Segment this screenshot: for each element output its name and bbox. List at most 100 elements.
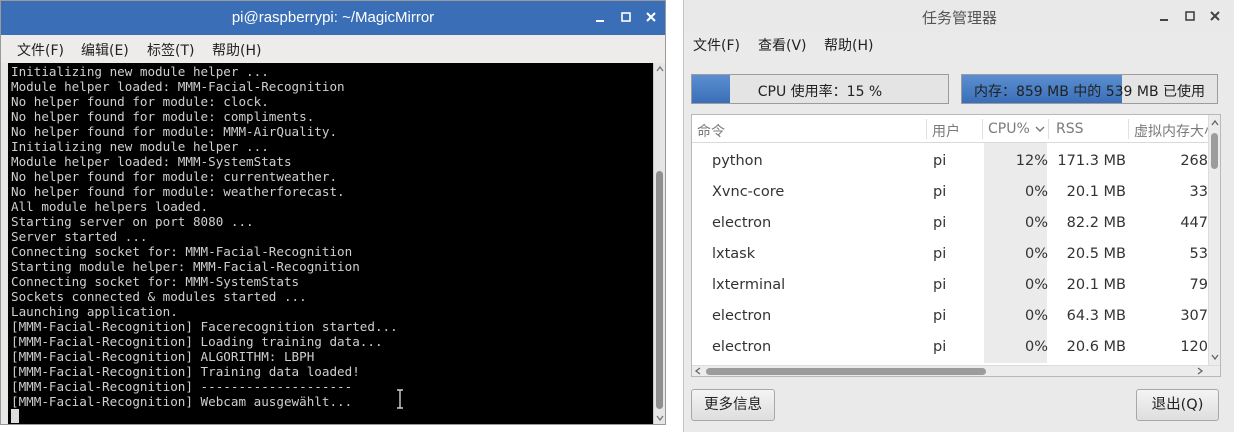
process-user: pi	[933, 215, 947, 231]
process-command: electron	[712, 308, 772, 324]
process-command: electron	[712, 339, 772, 355]
sort-descending-icon	[1035, 126, 1045, 132]
memory-usage-meter: 内存：859 MB 中的 539 MB 已使用	[961, 74, 1218, 104]
scroll-down-icon[interactable]	[1210, 352, 1220, 362]
terminal-scroll-thumb[interactable]	[656, 171, 663, 409]
more-info-button[interactable]: 更多信息	[691, 389, 775, 421]
process-rss: 82.2 MB	[1066, 215, 1126, 231]
maximize-icon	[621, 12, 631, 22]
scroll-down-icon[interactable]	[655, 414, 665, 422]
terminal-window: pi@raspberrypi: ~/MagicMirror 文件(F) 编辑(E…	[0, 0, 666, 425]
memory-usage-label: 内存：859 MB 中的 539 MB 已使用	[973, 84, 1206, 100]
process-virtual-memory: 53	[1189, 246, 1208, 262]
cpu-usage-label: CPU 使用率：15 %	[757, 84, 883, 100]
process-table-vertical-scrollbar[interactable]	[1208, 115, 1220, 365]
quit-button[interactable]: 退出(Q)	[1136, 389, 1219, 421]
process-rss: 64.3 MB	[1066, 308, 1126, 324]
scroll-up-icon[interactable]	[1210, 118, 1220, 128]
process-cpu: 0%	[1024, 339, 1048, 355]
process-table-horizontal-scrollbar[interactable]	[692, 365, 1220, 376]
vertical-scroll-thumb[interactable]	[1211, 133, 1218, 169]
process-command: Xvnc-core	[712, 184, 785, 200]
tm-menu-file[interactable]: 文件(F)	[693, 35, 740, 55]
tm-menu-view[interactable]: 查看(V)	[758, 35, 807, 55]
minimize-icon	[1160, 19, 1168, 21]
process-virtual-memory: 79	[1189, 277, 1208, 293]
column-header-rss[interactable]: RSS	[1056, 121, 1084, 137]
process-cpu: 0%	[1024, 184, 1048, 200]
process-table-header: 命令 用户 CPU% RSS 虚拟内存大小	[692, 115, 1218, 143]
process-command: lxterminal	[712, 277, 786, 293]
process-rss: 20.5 MB	[1066, 246, 1126, 262]
menu-file[interactable]: 文件(F)	[17, 40, 64, 60]
process-cpu: 12%	[1015, 153, 1048, 169]
process-virtual-memory: 268	[1180, 153, 1208, 169]
task-manager-title-bar[interactable]: 任务管理器	[684, 0, 1234, 32]
tm-maximize-button[interactable]	[1180, 6, 1200, 26]
menu-help[interactable]: 帮助(H)	[212, 40, 261, 60]
tm-close-button[interactable]	[1205, 6, 1225, 26]
process-row[interactable]: Xvnc-core pi 0% 20.1 MB 33	[692, 177, 1208, 208]
minimize-icon	[596, 20, 604, 22]
menu-edit[interactable]: 编辑(E)	[81, 40, 129, 60]
process-rss: 20.1 MB	[1066, 277, 1126, 293]
process-command: lxtask	[712, 246, 756, 262]
scroll-left-icon[interactable]	[693, 366, 703, 376]
process-virtual-memory: 307	[1180, 308, 1208, 324]
process-table: 命令 用户 CPU% RSS 虚拟内存大小 python pi 12% 171.…	[691, 114, 1221, 377]
process-row[interactable]: lxterminal pi 0% 20.1 MB 79	[692, 270, 1208, 301]
process-row[interactable]: electron pi 0% 64.3 MB 307	[692, 301, 1208, 332]
terminal-scrollbar[interactable]	[653, 63, 665, 424]
tm-minimize-button[interactable]	[1154, 6, 1174, 26]
menu-tabs[interactable]: 标签(T)	[147, 40, 194, 60]
process-command: python	[712, 153, 763, 169]
terminal-menu-bar: 文件(F) 编辑(E) 标签(T) 帮助(H)	[1, 35, 665, 63]
process-cpu: 0%	[1024, 215, 1048, 231]
terminal-title: pi@raspberrypi: ~/MagicMirror	[231, 9, 435, 26]
process-user: pi	[933, 153, 947, 169]
process-row[interactable]: lxtask pi 0% 20.5 MB 53	[692, 239, 1208, 270]
column-separator[interactable]	[982, 119, 983, 139]
process-user: pi	[933, 277, 947, 293]
process-cpu: 0%	[1024, 246, 1048, 262]
process-virtual-memory: 33	[1189, 184, 1208, 200]
task-manager-menu-bar: 文件(F) 查看(V) 帮助(H)	[684, 32, 1234, 58]
horizontal-scroll-thumb[interactable]	[706, 368, 986, 375]
close-button[interactable]	[641, 7, 661, 27]
process-row[interactable]: electron pi 0% 20.6 MB 120	[692, 332, 1208, 363]
process-rss: 20.6 MB	[1066, 339, 1126, 355]
column-header-cpu[interactable]: CPU%	[988, 121, 1030, 137]
process-cpu: 0%	[1024, 308, 1048, 324]
column-separator[interactable]	[1048, 119, 1049, 139]
column-separator[interactable]	[1128, 119, 1129, 139]
process-row[interactable]: python pi 12% 171.3 MB 268	[692, 146, 1208, 177]
close-icon	[1210, 11, 1220, 21]
column-separator[interactable]	[926, 119, 927, 139]
column-header-user[interactable]: 用户	[932, 121, 960, 141]
tm-menu-help[interactable]: 帮助(H)	[824, 35, 873, 55]
task-manager-window: 任务管理器 文件(F) 查看(V) 帮助(H) CPU 使用率：15 % 内存：…	[683, 0, 1234, 432]
scroll-up-icon[interactable]	[655, 65, 665, 73]
process-rss: 171.3 MB	[1057, 153, 1126, 169]
process-virtual-memory: 447	[1180, 215, 1208, 231]
process-user: pi	[933, 184, 947, 200]
process-cpu: 0%	[1024, 277, 1048, 293]
process-virtual-memory: 120	[1180, 339, 1208, 355]
text-cursor-icon	[397, 389, 403, 409]
column-header-command[interactable]: 命令	[697, 121, 725, 141]
task-manager-title: 任务管理器	[921, 9, 997, 27]
process-row[interactable]: electron pi 0% 82.2 MB 447	[692, 208, 1208, 239]
minimize-button[interactable]	[590, 7, 610, 27]
process-user: pi	[933, 308, 947, 324]
terminal-output: Initializing new module helper ... Modul…	[11, 64, 398, 409]
maximize-icon	[1185, 11, 1195, 21]
scroll-right-icon[interactable]	[1195, 366, 1205, 376]
terminal-cursor	[11, 409, 19, 423]
process-rss: 20.1 MB	[1066, 184, 1126, 200]
process-command: electron	[712, 215, 772, 231]
terminal-output-area[interactable]: Initializing new module helper ... Modul…	[8, 63, 653, 424]
maximize-button[interactable]	[616, 7, 636, 27]
terminal-title-bar[interactable]: pi@raspberrypi: ~/MagicMirror	[1, 1, 665, 35]
column-header-virtual-memory[interactable]: 虚拟内存大小	[1134, 121, 1218, 141]
process-user: pi	[933, 246, 947, 262]
